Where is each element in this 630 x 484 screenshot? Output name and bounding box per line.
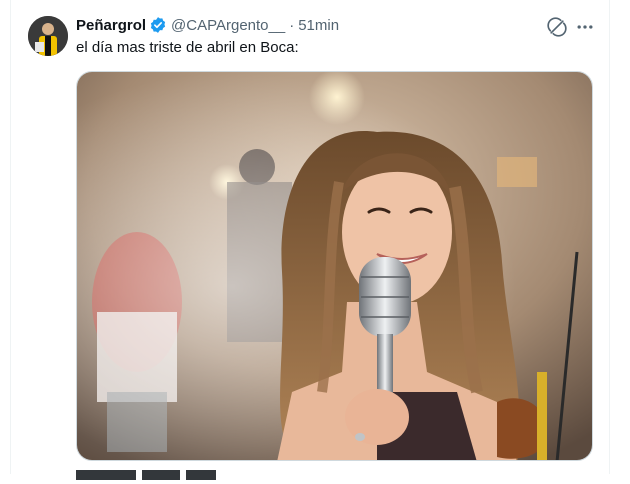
tweet-text: el día mas triste de abril en Boca: bbox=[76, 39, 299, 56]
avatar[interactable] bbox=[28, 16, 68, 56]
timestamp[interactable]: 51min bbox=[298, 17, 339, 34]
more-dots-icon[interactable] bbox=[573, 15, 597, 39]
avatar-image bbox=[28, 16, 68, 56]
separator-dot: · bbox=[289, 16, 295, 34]
display-name[interactable]: Peñargrol bbox=[76, 17, 146, 34]
next-item-partial bbox=[76, 466, 276, 480]
tweet-media-image[interactable] bbox=[76, 71, 593, 461]
grok-icon[interactable] bbox=[545, 15, 569, 39]
verified-badge-icon[interactable] bbox=[149, 16, 167, 34]
handle[interactable]: @CAPArgento__ bbox=[171, 17, 285, 34]
tweet-header: Peñargrol @CAPArgento__ · 51min bbox=[76, 15, 339, 35]
